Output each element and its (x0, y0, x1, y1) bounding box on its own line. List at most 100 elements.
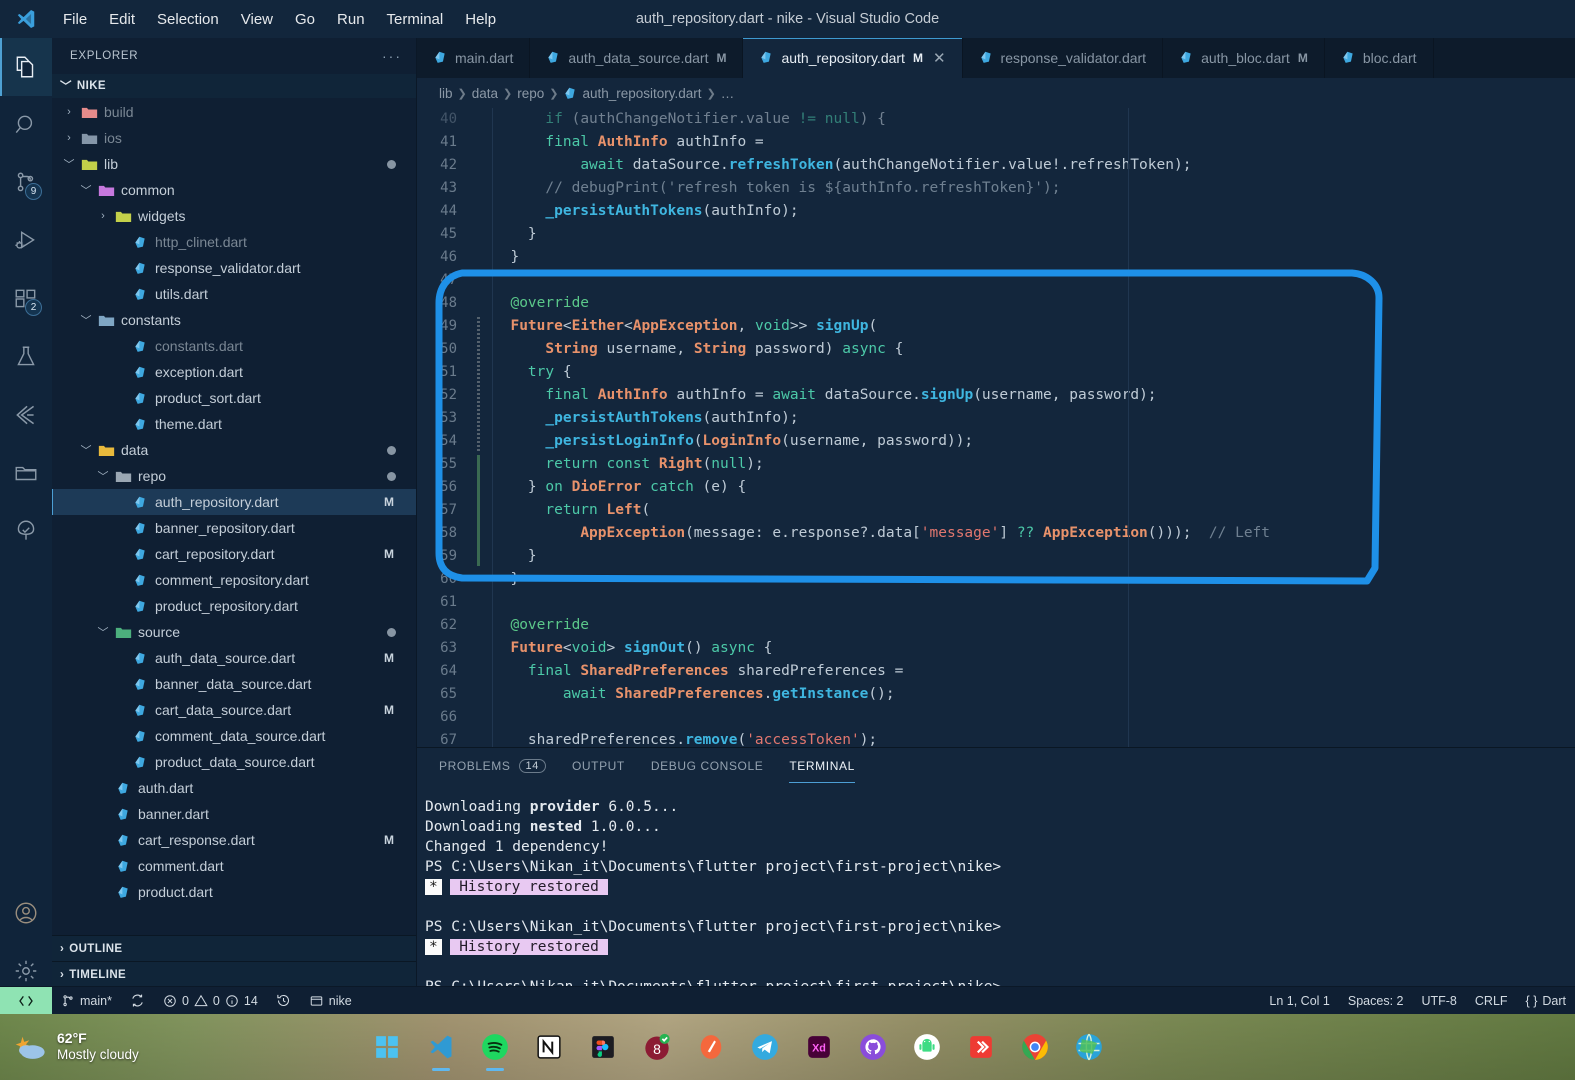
taskbar-icons[interactable]: 8 Xd (370, 1030, 1106, 1064)
status-sync[interactable] (121, 987, 154, 1015)
editor-tab-response_validator-dart[interactable]: response_validator.dart (962, 38, 1164, 78)
tree-file-cart_response-dart[interactable]: cart_response.dart M (52, 827, 416, 853)
tree-file-product_sort-dart[interactable]: product_sort.dart (52, 385, 416, 411)
menu-view[interactable]: View (230, 7, 284, 32)
menu-terminal[interactable]: Terminal (376, 7, 455, 32)
breadcrumb-item[interactable]: auth_repository.dart (582, 86, 701, 101)
code-line[interactable]: 67 sharedPreferences.remove('accessToken… (417, 729, 1575, 747)
code-line[interactable]: 52 final AuthInfo authInfo = await dataS… (417, 384, 1575, 407)
code-line[interactable]: 54 _persistLoginInfo(LoginInfo(username,… (417, 430, 1575, 453)
editor-tab-auth_repository-dart[interactable]: auth_repository.dart M ✕ (743, 38, 963, 78)
tree-file-auth-dart[interactable]: auth.dart (52, 775, 416, 801)
taskbar-android-studio-icon[interactable] (910, 1030, 944, 1064)
activity-run-debug[interactable] (0, 212, 52, 270)
tree-file-comment_data_source-dart[interactable]: comment_data_source.dart (52, 723, 416, 749)
code-line[interactable]: 62 @override (417, 614, 1575, 637)
panel-tab-terminal[interactable]: TERMINAL (789, 748, 854, 783)
menu-bar[interactable]: File Edit Selection View Go Run Terminal… (52, 7, 507, 32)
activity-github[interactable] (0, 502, 52, 560)
menu-go[interactable]: Go (284, 7, 326, 32)
code-line[interactable]: 44 _persistAuthTokens(authInfo); (417, 200, 1575, 223)
activity-flutter[interactable] (0, 386, 52, 444)
editor-tab-bloc-dart[interactable]: bloc.dart (1324, 38, 1434, 78)
taskbar-github-desktop-icon[interactable] (856, 1030, 890, 1064)
editor-tab-auth_data_source-dart[interactable]: auth_data_source.dart M (530, 38, 744, 78)
taskbar-chrome-icon[interactable] (1018, 1030, 1052, 1064)
menu-edit[interactable]: Edit (98, 7, 146, 32)
panel-tab-output[interactable]: OUTPUT (572, 748, 625, 783)
status-language-mode[interactable]: { } Dart (1517, 987, 1575, 1015)
tree-file-comment-dart[interactable]: comment.dart (52, 853, 416, 879)
taskbar-figma-icon[interactable] (586, 1030, 620, 1064)
tree-file-product_repository-dart[interactable]: product_repository.dart (52, 593, 416, 619)
menu-file[interactable]: File (52, 7, 98, 32)
status-history[interactable] (267, 987, 300, 1015)
sidebar-root-nike[interactable]: ﹀ NIKE (52, 74, 416, 98)
code-line[interactable]: 61 (417, 591, 1575, 614)
file-tree[interactable]: › build › ios ﹀ lib ﹀ common › widgets http_clinet… (52, 98, 416, 935)
tree-folder-ios[interactable]: › ios (52, 125, 416, 151)
tree-file-utils-dart[interactable]: utils.dart (52, 281, 416, 307)
tree-file-banner-dart[interactable]: banner.dart (52, 801, 416, 827)
tree-file-http_clinet-dart[interactable]: http_clinet.dart (52, 229, 416, 255)
taskbar-notion-icon[interactable] (532, 1030, 566, 1064)
tree-file-product-dart[interactable]: product.dart (52, 879, 416, 905)
taskbar-weather-widget[interactable]: 62°F Mostly cloudy (0, 1030, 250, 1064)
tree-folder-common[interactable]: ﹀ common (52, 177, 416, 203)
sidebar-section-timeline[interactable]: › TIMELINE (52, 962, 416, 988)
tree-file-auth_repository-dart[interactable]: auth_repository.dart M (52, 489, 416, 515)
tree-folder-build[interactable]: › build (52, 99, 416, 125)
taskbar-start-icon[interactable] (370, 1030, 404, 1064)
code-line[interactable]: 55 return const Right(null); (417, 453, 1575, 476)
close-icon[interactable]: ✕ (933, 49, 946, 67)
status-indentation[interactable]: Spaces: 2 (1339, 987, 1413, 1015)
status-encoding[interactable]: UTF-8 (1412, 987, 1465, 1015)
code-line[interactable]: 42 await dataSource.refreshToken(authCha… (417, 154, 1575, 177)
activity-testing[interactable] (0, 328, 52, 386)
tree-folder-lib[interactable]: ﹀ lib (52, 151, 416, 177)
tree-folder-constants[interactable]: ﹀ constants (52, 307, 416, 333)
code-line[interactable]: 56 } on DioError catch (e) { (417, 476, 1575, 499)
activity-extensions[interactable]: 2 (0, 270, 52, 328)
tree-file-theme-dart[interactable]: theme.dart (52, 411, 416, 437)
code-line[interactable]: 57 return Left( (417, 499, 1575, 522)
code-line[interactable]: 66 (417, 706, 1575, 729)
remote-window-button[interactable] (0, 986, 52, 1015)
taskbar-telegram-icon[interactable] (748, 1030, 782, 1064)
sidebar-more-actions-icon[interactable]: ··· (382, 48, 402, 64)
tree-file-cart_data_source-dart[interactable]: cart_data_source.dart M (52, 697, 416, 723)
taskbar-red-diamond-icon[interactable] (964, 1030, 998, 1064)
tree-file-comment_repository-dart[interactable]: comment_repository.dart (52, 567, 416, 593)
status-folder[interactable]: nike (300, 987, 361, 1015)
status-problems[interactable]: 0 0 14 (154, 987, 267, 1015)
tree-file-auth_data_source-dart[interactable]: auth_data_source.dart M (52, 645, 416, 671)
editor-tab-main-dart[interactable]: main.dart (417, 38, 531, 78)
tree-file-banner_repository-dart[interactable]: banner_repository.dart (52, 515, 416, 541)
code-line[interactable]: 58 AppException(message: e.response?.dat… (417, 522, 1575, 545)
taskbar-vscode-icon[interactable] (424, 1030, 458, 1064)
code-line[interactable]: 43 // debugPrint('refresh token is ${aut… (417, 177, 1575, 200)
status-cursor-position[interactable]: Ln 1, Col 1 (1260, 987, 1338, 1015)
taskbar-adobe-xd-icon[interactable]: Xd (802, 1030, 836, 1064)
menu-run[interactable]: Run (326, 7, 376, 32)
tree-file-cart_repository-dart[interactable]: cart_repository.dart M (52, 541, 416, 567)
code-line[interactable]: 65 await SharedPreferences.getInstance()… (417, 683, 1575, 706)
activity-explorer[interactable] (0, 38, 52, 96)
tree-file-banner_data_source-dart[interactable]: banner_data_source.dart (52, 671, 416, 697)
tree-file-product_data_source-dart[interactable]: product_data_source.dart (52, 749, 416, 775)
editor-tab-bar[interactable]: main.dart auth_data_source.dart Mauth_repo… (417, 38, 1575, 78)
tree-file-response_validator-dart[interactable]: response_validator.dart (52, 255, 416, 281)
breadcrumb-item[interactable]: … (721, 86, 735, 101)
code-line[interactable]: 51 try { (417, 361, 1575, 384)
taskbar-spotify-icon[interactable] (478, 1030, 512, 1064)
activity-project-manager[interactable] (0, 444, 52, 502)
activity-search[interactable] (0, 96, 52, 154)
editor-tab-auth_bloc-dart[interactable]: auth_bloc.dart M (1163, 38, 1325, 78)
code-line[interactable]: 63 Future<void> signOut() async { (417, 637, 1575, 660)
code-line[interactable]: 48 @override (417, 292, 1575, 315)
tree-file-exception-dart[interactable]: exception.dart (52, 359, 416, 385)
panel-tab-problems[interactable]: PROBLEMS 14 (439, 748, 546, 783)
taskbar-pen-icon[interactable] (694, 1030, 728, 1064)
code-content[interactable]: 40 if (authChangeNotifier.value != null)… (417, 108, 1575, 747)
breadcrumb-item[interactable]: data (472, 86, 498, 101)
